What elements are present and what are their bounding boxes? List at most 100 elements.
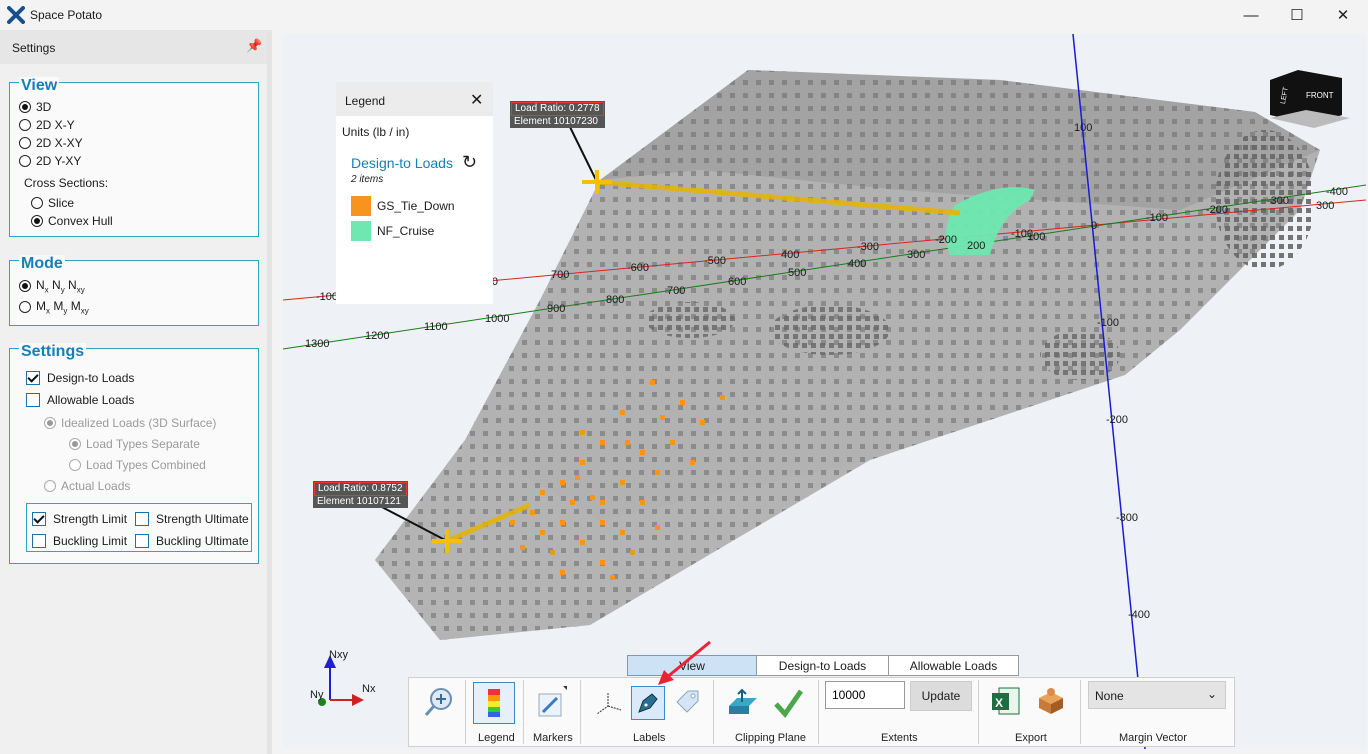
margin-vector-select[interactable]: None ⌄	[1088, 681, 1226, 709]
blue-axis-tick-label: 100	[1074, 122, 1093, 134]
legend-item-nf-cruise[interactable]: NF_Cruise	[351, 221, 434, 241]
mode-option-n[interactable]: Nx Ny Nxy	[19, 278, 85, 294]
settings-panel: Settings 📌 View 3D 2D X-Y 2D X-XY 2D Y-X…	[0, 30, 267, 754]
load-ratio-1: Load Ratio: 0.2778	[511, 102, 604, 116]
red-axis-tick-label: 0	[1091, 220, 1098, 232]
margin-vector-group-label: Margin Vector	[1119, 732, 1187, 744]
radio-icon	[19, 137, 31, 149]
red-axis-tick-label: -300	[1267, 195, 1290, 207]
update-button[interactable]: Update	[910, 681, 972, 711]
view-group: View 3D 2D X-Y 2D X-XY 2D Y-XY Cross Sec…	[9, 77, 259, 237]
checkbox-icon	[32, 512, 46, 526]
legend-units: Units (lb / in)	[342, 125, 410, 139]
mode-group-title: Mode	[19, 255, 65, 273]
settings-panel-title: Settings	[12, 41, 56, 55]
settings-group: Settings Design-to Loads Allowable Loads…	[9, 343, 259, 564]
allowable-loads-checkbox[interactable]: Allowable Loads	[26, 393, 134, 407]
radio-icon	[31, 215, 43, 227]
markers-icon[interactable]	[533, 686, 567, 720]
coordinate-gizmo	[318, 655, 364, 706]
label-pen-button[interactable]	[631, 686, 665, 720]
view-option-2d-x-xy[interactable]: 2D X-XY	[19, 136, 83, 150]
green-axis-tick-label: 700	[667, 285, 686, 297]
mode-option-m[interactable]: Mx My Mxy	[19, 299, 89, 315]
refresh-icon[interactable]: ↻	[462, 152, 477, 173]
legend-gradient-icon	[488, 689, 500, 717]
tag-icon[interactable]	[671, 686, 703, 718]
view-cube: LEFT FRONT	[1270, 70, 1350, 128]
green-axis-tick-label: 900	[547, 303, 566, 315]
limit-checkbox-group: Strength Limit Strength Ultimate Bucklin…	[26, 503, 252, 552]
tab-design-to-loads[interactable]: Design-to Loads	[756, 655, 889, 676]
svg-text:X: X	[995, 696, 1003, 710]
legend-panel: Legend ✕ Units (lb / in) Design-to Loads…	[336, 82, 493, 304]
legend-item-gs-tie-down[interactable]: GS_Tie_Down	[351, 196, 455, 216]
checkbox-icon	[135, 534, 149, 548]
axes-labels-icon[interactable]	[593, 688, 623, 718]
mode-n-label: Nx Ny Nxy	[36, 278, 85, 295]
view-cube-front: FRONT	[1306, 91, 1334, 100]
maximize-button[interactable]: ☐	[1274, 0, 1320, 30]
load-ratio-callout-1: Load Ratio: 0.2778 Element 10107230	[510, 101, 605, 128]
cross-section-convex-hull[interactable]: Convex Hull	[31, 214, 113, 228]
mode-m-label: Mx My Mxy	[36, 299, 89, 316]
panel-splitter[interactable]	[267, 30, 272, 754]
gizmo-right-label: Nx	[362, 683, 376, 695]
green-axis-tick-label: 300	[1316, 200, 1335, 212]
excel-export-icon[interactable]: X	[989, 684, 1023, 718]
red-axis-tick-label: -500	[704, 255, 727, 267]
red-axis-tick-label: -300	[857, 241, 880, 253]
buckling-limit-checkbox[interactable]: Buckling Limit	[32, 534, 127, 548]
labels-group-label: Labels	[633, 732, 666, 744]
blue-axis-tick-label: -400	[1128, 609, 1151, 621]
load-ratio-2: Load Ratio: 0.8752	[314, 482, 407, 496]
green-axis-tick-label: 1200	[365, 330, 390, 342]
clipping-plane-icon[interactable]	[725, 686, 759, 720]
tab-allowable-loads[interactable]: Allowable Loads	[888, 655, 1019, 676]
red-axis-tick-label: 400	[781, 249, 800, 261]
close-button[interactable]: ✕	[1320, 0, 1366, 30]
radio-icon	[44, 417, 56, 429]
gizmo-up-label: Nxy	[329, 649, 348, 661]
blue-axis-tick-label: -300	[1116, 512, 1139, 524]
cross-section-slice[interactable]: Slice	[31, 196, 74, 210]
green-axis-tick-label: 400	[848, 258, 867, 270]
strength-limit-checkbox[interactable]: Strength Limit	[32, 512, 127, 526]
point-cluster-mid	[770, 305, 890, 355]
zoom-in-icon[interactable]	[421, 684, 457, 720]
radio-icon	[19, 280, 31, 293]
minimize-button[interactable]: —	[1228, 0, 1274, 30]
load-ratio-callout-2: Load Ratio: 0.8752 Element 10107121	[313, 481, 408, 508]
extents-input[interactable]	[825, 681, 905, 709]
buckling-ultimate-checkbox[interactable]: Buckling Ultimate	[135, 534, 249, 548]
view-option-2d-x-y[interactable]: 2D X-Y	[19, 118, 75, 132]
load-types-separate-radio[interactable]: Load Types Separate	[69, 437, 200, 451]
export-group-label: Export	[1015, 732, 1047, 744]
strength-ultimate-checkbox[interactable]: Strength Ultimate	[135, 512, 249, 526]
checkmark-icon[interactable]	[771, 686, 805, 720]
close-legend-icon[interactable]: ✕	[470, 90, 483, 110]
idealized-loads-radio[interactable]: Idealized Loads (3D Surface)	[44, 416, 216, 430]
radio-icon	[19, 101, 31, 113]
red-axis-tick-label: 700	[551, 269, 570, 281]
view-option-2d-y-xy[interactable]: 2D Y-XY	[19, 154, 81, 168]
view-option-3d[interactable]: 3D	[19, 100, 51, 114]
green-axis-tick-label: 200	[967, 240, 986, 252]
red-axis-tick-label: -100	[1146, 212, 1169, 224]
legend-header: Legend ✕	[336, 82, 493, 116]
green-axis-tick-label: 300	[907, 249, 926, 261]
swatch-icon	[351, 196, 371, 216]
red-axis-tick-label: -200	[1206, 204, 1229, 216]
actual-loads-radio[interactable]: Actual Loads	[44, 479, 130, 493]
legend-group-label: Legend	[478, 732, 515, 744]
mode-group: Mode Nx Ny Nxy Mx My Mxy	[9, 255, 259, 326]
element-id-2: Element 10107121	[317, 496, 401, 507]
load-types-combined-radio[interactable]: Load Types Combined	[69, 458, 206, 472]
pin-icon[interactable]: 📌	[246, 38, 262, 54]
design-to-loads-checkbox[interactable]: Design-to Loads	[26, 371, 134, 385]
3d-export-icon[interactable]	[1033, 684, 1067, 718]
markers-group-label: Markers	[533, 732, 573, 744]
radio-icon	[69, 459, 81, 471]
legend-toggle-button[interactable]	[473, 682, 515, 724]
green-axis-tick-label: 500	[788, 267, 807, 279]
